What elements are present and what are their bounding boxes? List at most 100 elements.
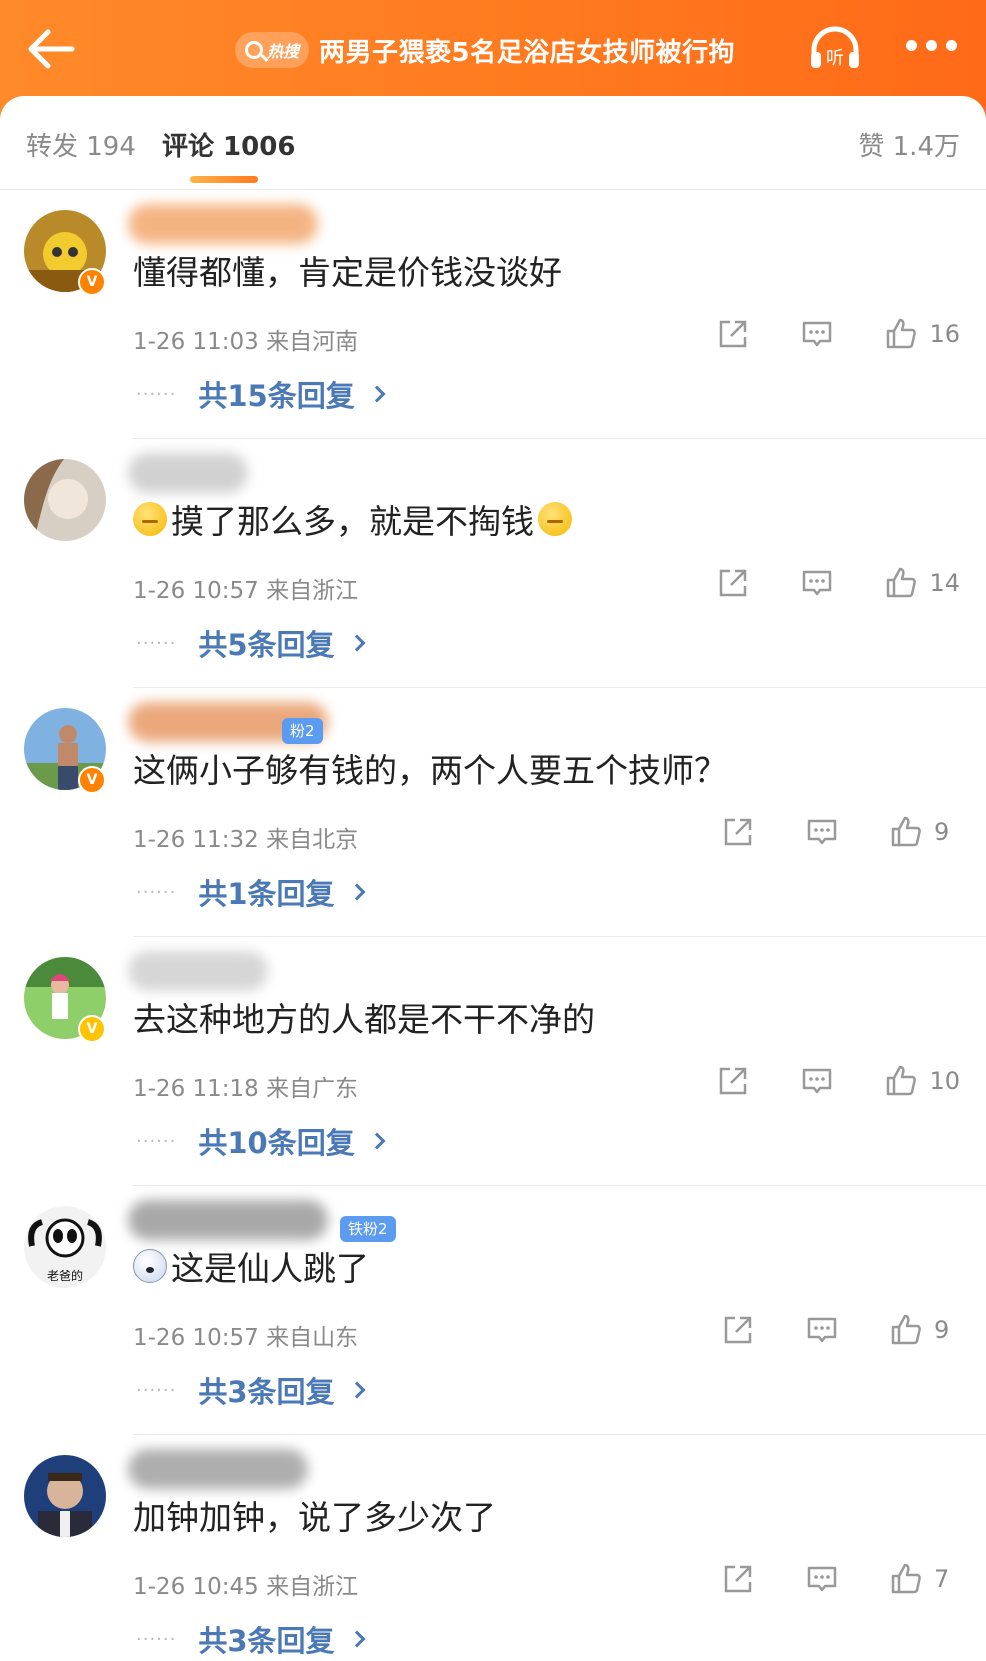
like-count: 9 bbox=[934, 1316, 950, 1344]
view-replies-link[interactable]: ······ 共3条回复 bbox=[136, 1369, 366, 1411]
share-icon[interactable] bbox=[718, 812, 758, 852]
comment-item: V 懂得都懂，肯定是价钱没谈好 1-26 11:03 来自河南 16 ·····… bbox=[0, 190, 986, 439]
avatar-caption: 老爸的 bbox=[47, 1268, 83, 1283]
chevron-right-icon bbox=[348, 634, 366, 652]
share-icon[interactable] bbox=[718, 1559, 758, 1599]
comment-text: 这是仙人跳了 bbox=[133, 1242, 369, 1290]
share-icon[interactable] bbox=[713, 1061, 753, 1101]
comment-meta: 1-26 11:32 来自北京 bbox=[133, 827, 359, 853]
comment-item: V 粉2 这俩小子够有钱的，两个人要五个技师？ 1-26 11:32 来自北京 … bbox=[0, 688, 986, 937]
reply-count: 共5条回复 bbox=[198, 628, 335, 662]
comments-sheet: 转发 194 评论 1006 赞 1.4万 V 懂得都懂，肯定是价钱没谈好 1-… bbox=[0, 96, 986, 1661]
tab-bar: 转发 194 评论 1006 赞 1.4万 bbox=[0, 96, 986, 190]
tab-comments[interactable]: 评论 1006 bbox=[162, 126, 295, 163]
tab-repost[interactable]: 转发 194 bbox=[26, 126, 136, 163]
comment-bubble-icon[interactable] bbox=[797, 314, 837, 354]
dots-separator: ······ bbox=[136, 632, 177, 654]
reply-count: 共10条回复 bbox=[198, 1126, 355, 1160]
comment-item: 摸了那么多，就是不掏钱 1-26 10:57 来自浙江 14 ······ 共5… bbox=[0, 439, 986, 688]
username-blurred[interactable] bbox=[128, 1449, 308, 1489]
reply-count: 共15条回复 bbox=[198, 379, 355, 413]
comment-meta: 1-26 11:18 来自广东 bbox=[133, 1076, 359, 1102]
comment-actions: 9 bbox=[718, 812, 960, 852]
verified-badge-icon: V bbox=[78, 1015, 106, 1043]
like-count: 7 bbox=[934, 1565, 950, 1593]
share-icon[interactable] bbox=[718, 1310, 758, 1350]
like-count: 9 bbox=[934, 818, 950, 846]
dots-separator: ······ bbox=[136, 383, 177, 405]
dots-separator: ······ bbox=[136, 1628, 177, 1650]
listen-button[interactable]: 听 bbox=[808, 24, 862, 74]
comment-text: 去这种地方的人都是不干不净的 bbox=[133, 1000, 595, 1039]
avatar[interactable]: 老爸的 bbox=[24, 1206, 106, 1288]
like-count: 16 bbox=[929, 320, 960, 348]
comment-actions: 10 bbox=[713, 1061, 960, 1101]
verified-badge-icon: V bbox=[78, 268, 106, 296]
chevron-right-icon bbox=[368, 385, 386, 403]
hot-label: 热搜 bbox=[267, 42, 300, 61]
share-icon[interactable] bbox=[713, 563, 753, 603]
ghost-emoji-icon bbox=[133, 1249, 167, 1283]
comment-bubble-icon[interactable] bbox=[802, 1559, 842, 1599]
thumbs-up-icon[interactable] bbox=[881, 563, 921, 603]
comment-meta: 1-26 10:57 来自浙江 bbox=[133, 578, 359, 604]
comment-actions: 7 bbox=[718, 1559, 960, 1599]
dots-separator: ······ bbox=[136, 1379, 177, 1401]
view-replies-link[interactable]: ······ 共15条回复 bbox=[136, 373, 386, 415]
tab-indicator bbox=[190, 176, 258, 183]
headphones-icon: 听 bbox=[811, 26, 859, 69]
hot-search-pill: 热搜 bbox=[235, 32, 310, 68]
comment-actions: 16 bbox=[713, 314, 960, 354]
chevron-right-icon bbox=[368, 1132, 386, 1150]
more-options-icon[interactable] bbox=[906, 40, 966, 60]
comment-meta: 1-26 10:57 来自山东 bbox=[133, 1325, 359, 1351]
comment-text: 摸了那么多，就是不掏钱 bbox=[133, 495, 572, 543]
chevron-right-icon bbox=[348, 1630, 366, 1648]
thumbs-up-icon[interactable] bbox=[886, 812, 926, 852]
dots-separator: ······ bbox=[136, 881, 177, 903]
view-replies-link[interactable]: ······ 共1条回复 bbox=[136, 871, 366, 913]
comment-item: V 去这种地方的人都是不干不净的 1-26 11:18 来自广东 10 ····… bbox=[0, 937, 986, 1186]
comment-text: 懂得都懂，肯定是价钱没谈好 bbox=[133, 253, 562, 292]
thumbs-up-icon[interactable] bbox=[881, 314, 921, 354]
comment-bubble-icon[interactable] bbox=[797, 1061, 837, 1101]
comment-bubble-icon[interactable] bbox=[802, 812, 842, 852]
comment-meta: 1-26 11:03 来自河南 bbox=[133, 329, 359, 355]
hot-search-title[interactable]: 热搜 两男子猥亵5名足浴店女技师被行拘 bbox=[235, 28, 735, 72]
username-blurred[interactable] bbox=[128, 204, 318, 244]
view-replies-link[interactable]: ······ 共3条回复 bbox=[136, 1618, 366, 1660]
comment-actions: 9 bbox=[718, 1310, 960, 1350]
username-blurred[interactable] bbox=[128, 951, 268, 991]
comment-bubble-icon[interactable] bbox=[797, 563, 837, 603]
view-replies-link[interactable]: ······ 共10条回复 bbox=[136, 1120, 386, 1162]
tab-likes[interactable]: 赞 1.4万 bbox=[858, 126, 960, 163]
thumbs-up-icon[interactable] bbox=[881, 1061, 921, 1101]
page-title: 两男子猥亵5名足浴店女技师被行拘 bbox=[319, 37, 736, 68]
like-count: 14 bbox=[929, 569, 960, 597]
shush-emoji-icon bbox=[133, 502, 167, 536]
reply-count: 共3条回复 bbox=[198, 1624, 335, 1658]
comment-item: 老爸的 铁粉2 这是仙人跳了 1-26 10:57 来自山东 9 ······ … bbox=[0, 1186, 986, 1435]
comment-item: 加钟加钟，说了多少次了 1-26 10:45 来自浙江 7 ······ 共3条… bbox=[0, 1435, 986, 1661]
username-blurred[interactable] bbox=[128, 453, 248, 493]
like-count: 10 bbox=[929, 1067, 960, 1095]
username-blurred[interactable] bbox=[128, 1200, 328, 1240]
back-arrow-icon[interactable] bbox=[26, 26, 76, 72]
comment-bubble-icon[interactable] bbox=[802, 1310, 842, 1350]
comment-actions: 14 bbox=[713, 563, 960, 603]
shush-emoji-icon bbox=[538, 502, 572, 536]
listen-label: 听 bbox=[826, 48, 844, 69]
thumbs-up-icon[interactable] bbox=[886, 1310, 926, 1350]
search-icon bbox=[245, 41, 263, 59]
thumbs-up-icon[interactable] bbox=[886, 1559, 926, 1599]
share-icon[interactable] bbox=[713, 314, 753, 354]
comment-text: 这俩小子够有钱的，两个人要五个技师？ bbox=[133, 751, 727, 790]
view-replies-link[interactable]: ······ 共5条回复 bbox=[136, 622, 366, 664]
avatar[interactable] bbox=[24, 459, 106, 541]
reply-count: 共3条回复 bbox=[198, 1375, 335, 1409]
dots-separator: ······ bbox=[136, 1130, 177, 1152]
verified-badge-icon: V bbox=[78, 766, 106, 794]
fan-badge: 粉2 bbox=[282, 718, 323, 744]
avatar[interactable] bbox=[24, 1455, 106, 1537]
comment-meta: 1-26 10:45 来自浙江 bbox=[133, 1574, 359, 1600]
